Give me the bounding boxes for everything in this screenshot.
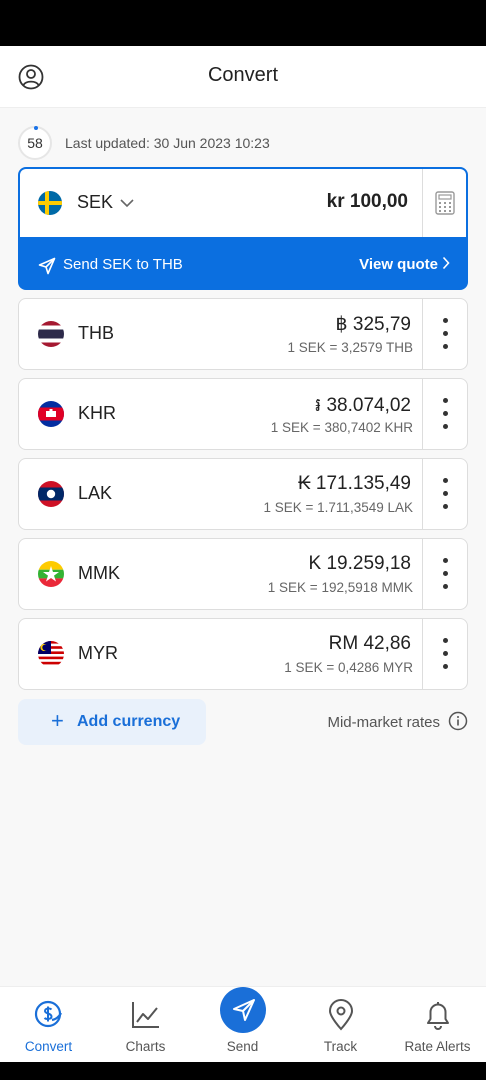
flag-malaysia-icon: [38, 641, 64, 667]
mid-market-rates-info[interactable]: Mid-market rates: [327, 711, 468, 731]
send-money-link[interactable]: Send SEK to THB: [38, 256, 218, 276]
currency-value: RM 42,86: [328, 633, 411, 654]
bell-icon: [427, 1002, 449, 1030]
more-vertical-icon: [443, 318, 448, 323]
exchange-rate: 1 SEK = 1.711,3549 LAK: [263, 500, 414, 515]
flag-myanmar-icon: [38, 561, 64, 587]
exchange-rate: 1 SEK = 0,4286 MYR: [284, 660, 413, 675]
chevron-down-icon[interactable]: [119, 197, 135, 209]
flag-cambodia-icon: [38, 401, 64, 427]
add-currency-label: Add currency: [77, 713, 181, 730]
nav-label: Track: [323, 1039, 358, 1054]
base-amount[interactable]: kr 100,00: [327, 191, 408, 213]
send-fab[interactable]: [220, 987, 266, 1033]
more-options-button[interactable]: [422, 619, 467, 689]
add-currency-button[interactable]: + Add currency: [18, 699, 206, 745]
base-currency-card: SEK kr 100,00 Send SEK to THB View quote: [18, 167, 468, 290]
currency-row-mmk[interactable]: MMK K 19.259,18 1 SEK = 192,5918 MMK: [18, 538, 468, 610]
exchange-rate: 1 SEK = 380,7402 KHR: [270, 420, 413, 435]
base-currency-row: SEK kr 100,00: [20, 169, 466, 237]
currency-value: K 19.259,18: [308, 553, 411, 574]
chevron-right-icon: [442, 256, 450, 270]
view-quote-label: View quote: [359, 256, 438, 273]
chart-icon: [132, 1002, 159, 1028]
more-vertical-icon: [443, 478, 448, 483]
base-currency-code[interactable]: SEK: [77, 192, 113, 213]
currency-value: ฿ 325,79: [335, 314, 411, 335]
convert-screen: Convert 58 Last updated: 30 Jun 2023 10:…: [0, 46, 486, 1062]
plus-icon: +: [51, 708, 64, 733]
exchange-rate: 1 SEK = 192,5918 MMK: [267, 580, 413, 595]
nav-charts[interactable]: Charts: [97, 987, 194, 1063]
currency-code: MMK: [78, 563, 120, 583]
nav-send[interactable]: Send: [194, 987, 291, 1063]
page-title: Convert: [207, 64, 279, 86]
exchange-rate: 1 SEK = 3,2579 THB: [287, 340, 413, 355]
flag-sweden-icon: [38, 191, 62, 215]
currency-code: KHR: [78, 403, 117, 423]
flag-thailand-icon: [38, 321, 64, 347]
flag-laos-icon: [38, 481, 64, 507]
more-options-button[interactable]: [422, 459, 467, 529]
refresh-timer[interactable]: 58: [18, 126, 52, 160]
nav-label: Charts: [125, 1039, 166, 1054]
currency-value: ៛ 38.074,02: [315, 395, 411, 416]
calculator-button[interactable]: [422, 169, 466, 237]
nav-label: Convert: [24, 1039, 73, 1054]
more-options-button[interactable]: [422, 539, 467, 609]
app-header: Convert: [0, 46, 486, 108]
more-options-button[interactable]: [422, 299, 467, 369]
more-vertical-icon: [443, 398, 448, 403]
nav-label: Rate Alerts: [404, 1039, 471, 1054]
location-pin-icon: [328, 999, 354, 1031]
more-options-button[interactable]: [422, 379, 467, 449]
nav-convert[interactable]: Convert: [0, 987, 97, 1063]
currency-row-khr[interactable]: KHR ៛ 38.074,02 1 SEK = 380,7402 KHR: [18, 378, 468, 450]
view-quote-button[interactable]: View quote: [359, 256, 450, 273]
nav-label: Send: [226, 1039, 259, 1054]
currency-code: THB: [78, 323, 114, 343]
last-updated-bar: 58 Last updated: 30 Jun 2023 10:23: [18, 126, 468, 160]
currency-code: MYR: [78, 643, 118, 663]
info-icon: [448, 711, 468, 731]
send-icon: [38, 257, 56, 275]
more-vertical-icon: [443, 638, 448, 643]
timer-value: 58: [27, 135, 43, 151]
calculator-icon: [435, 191, 455, 215]
nav-rate-alerts[interactable]: Rate Alerts: [389, 987, 486, 1063]
send-icon: [233, 999, 255, 1021]
mid-market-label: Mid-market rates: [327, 714, 440, 731]
last-updated-text: Last updated: 30 Jun 2023 10:23: [65, 135, 270, 151]
currency-row-thb[interactable]: THB ฿ 325,79 1 SEK = 3,2579 THB: [18, 298, 468, 370]
currency-row-myr[interactable]: MYR RM 42,86 1 SEK = 0,4286 MYR: [18, 618, 468, 690]
timer-progress-icon: [34, 126, 38, 130]
bottom-navigation: Convert Charts Send Track Rate Alerts: [0, 986, 486, 1062]
more-vertical-icon: [443, 558, 448, 563]
nav-track[interactable]: Track: [292, 987, 389, 1063]
send-label: Send SEK to THB: [63, 256, 183, 273]
currency-code: LAK: [78, 483, 113, 503]
currency-row-lak[interactable]: LAK ₭ 171.135,49 1 SEK = 1.711,3549 LAK: [18, 458, 468, 530]
currency-value: ₭ 171.135,49: [297, 473, 411, 494]
dollar-circle-icon: [34, 1000, 62, 1028]
